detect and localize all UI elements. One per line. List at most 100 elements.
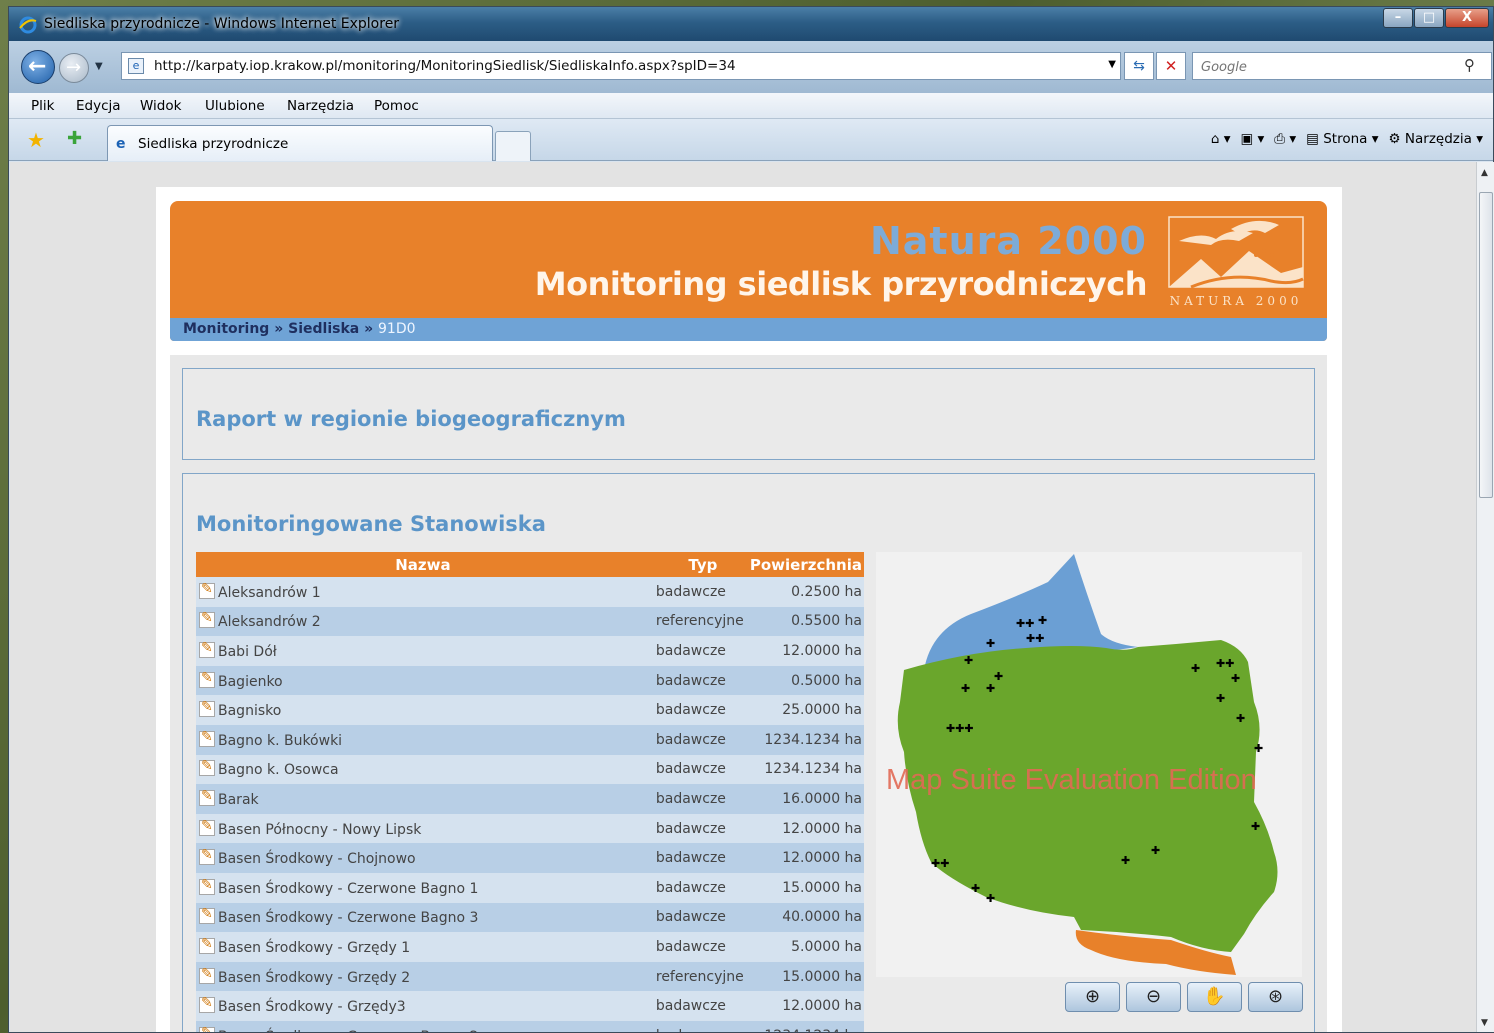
table-row[interactable]: Aleksandrów 1badawcze0.2500 ha (196, 577, 864, 607)
site-name-cell[interactable]: Barak (196, 784, 650, 814)
table-row[interactable]: Basen Środkowy - Grzędy3badawcze12.0000 … (196, 991, 864, 1021)
site-name-cell[interactable]: Bagienko (196, 665, 650, 696)
col-typ[interactable]: Typ (649, 552, 750, 577)
sites-table: Nazwa Typ Powierzchnia Aleksandrów 1bada… (196, 552, 864, 1032)
print-icon[interactable]: ⎙ ▾ (1274, 131, 1296, 147)
svg-text:✚: ✚ (1254, 742, 1263, 755)
sites-title: Monitoringowane Stanowiska (196, 512, 546, 536)
pan-button[interactable]: ✋ (1187, 982, 1242, 1012)
edit-icon[interactable] (199, 1025, 215, 1032)
home-icon[interactable]: ⌂ ▾ (1211, 131, 1231, 147)
forward-button[interactable] (59, 53, 89, 83)
breadcrumb-monitoring[interactable]: Monitoring (183, 321, 269, 337)
edit-icon[interactable] (199, 788, 215, 806)
table-row[interactable]: Basen Środkowy - Czerwone Bagno 2badawcz… (196, 1020, 864, 1032)
edit-icon[interactable] (199, 966, 215, 984)
close-button[interactable]: X (1445, 8, 1489, 28)
favorites-star-icon[interactable]: ★ (27, 128, 45, 152)
banner-title: Natura 2000 (869, 219, 1147, 263)
scroll-down-icon[interactable]: ▼ (1481, 1018, 1488, 1028)
edit-icon[interactable] (199, 906, 215, 925)
table-row[interactable]: Barakbadawcze16.0000 ha (196, 784, 864, 814)
breadcrumb-siedliska[interactable]: Siedliska (288, 321, 359, 337)
table-row[interactable]: Basen Środkowy - Grzędy 2referencyjne15.… (196, 961, 864, 992)
full-extent-button[interactable]: ⊛ (1248, 982, 1303, 1012)
site-name-cell[interactable]: Basen Północny - Nowy Lipsk (196, 813, 650, 844)
site-name-cell[interactable]: Basen Środkowy - Czerwone Bagno 2 (196, 1020, 650, 1032)
refresh-button[interactable]: ⇆ (1124, 52, 1154, 80)
site-name-cell[interactable]: Aleksandrów 2 (196, 606, 650, 637)
menu-ulubione[interactable]: Ulubione (205, 98, 265, 114)
url-dropdown-icon[interactable]: ▼ (1108, 59, 1116, 70)
site-name-cell[interactable]: Aleksandrów 1 (196, 577, 650, 607)
tab-siedliska[interactable]: e Siedliska przyrodnicze (107, 125, 493, 161)
address-bar[interactable]: e http://karpaty.iop.krakow.pl/monitorin… (121, 52, 1121, 80)
back-button[interactable] (21, 50, 55, 84)
title-bar[interactable]: Siedliska przyrodnicze - Windows Interne… (9, 7, 1493, 41)
search-field[interactable]: ⚲ (1192, 52, 1492, 80)
site-name-cell[interactable]: Basen Środkowy - Grzędy3 (196, 991, 650, 1021)
edit-icon[interactable] (199, 758, 215, 777)
table-row[interactable]: Bagno k. Bukówkibadawcze1234.1234 ha (196, 724, 864, 755)
zoom-in-button[interactable]: ⊕ (1065, 982, 1120, 1012)
site-name-cell[interactable]: Basen Środkowy - Grzędy 1 (196, 932, 650, 962)
table-row[interactable]: Bagniskobadawcze25.0000 ha (196, 695, 864, 725)
add-favorites-icon[interactable]: ✚ (67, 128, 82, 149)
search-input[interactable] (1201, 55, 1441, 79)
edit-icon[interactable] (199, 670, 215, 688)
edit-icon[interactable] (199, 995, 215, 1014)
scroll-up-icon[interactable]: ▲ (1481, 168, 1488, 178)
site-name-cell[interactable]: Basen Środkowy - Czerwone Bagno 3 (196, 902, 650, 933)
new-tab-button[interactable] (495, 131, 531, 161)
table-row[interactable]: Bagienkobadawcze0.5000 ha (196, 665, 864, 696)
table-row[interactable]: Basen Środkowy - Chojnowobadawcze12.0000… (196, 843, 864, 873)
col-nazwa[interactable]: Nazwa (196, 552, 650, 577)
site-name-cell[interactable]: Basen Środkowy - Chojnowo (196, 843, 650, 873)
maximize-button[interactable]: □ (1414, 8, 1444, 28)
edit-icon[interactable] (199, 640, 215, 658)
tools-menu-button[interactable]: ⚙ Narzędzia ▾ (1389, 131, 1483, 147)
edit-icon[interactable] (199, 847, 215, 866)
stop-button[interactable]: ✕ (1156, 52, 1186, 80)
table-row[interactable]: Basen Środkowy - Grzędy 1badawcze5.0000 … (196, 932, 864, 962)
menu-widok[interactable]: Widok (140, 98, 181, 114)
site-name-cell[interactable]: Basen Środkowy - Grzędy 2 (196, 961, 650, 992)
site-name-cell[interactable]: Bagnisko (196, 695, 650, 725)
menu-edycja[interactable]: Edycja (76, 98, 121, 114)
site-name-cell[interactable]: Bagno k. Bukówki (196, 724, 650, 755)
page-menu-button[interactable]: ▤ Strona ▾ (1306, 131, 1378, 147)
svg-text:✚: ✚ (1121, 854, 1130, 867)
scroll-thumb[interactable] (1479, 192, 1493, 498)
menu-narzedzia[interactable]: Narzędzia (287, 98, 354, 114)
menu-plik[interactable]: Plik (31, 98, 54, 114)
site-area-cell: 12.0000 ha (749, 636, 864, 666)
feeds-icon[interactable]: ▣ ▾ (1240, 131, 1264, 147)
history-dropdown-icon[interactable]: ▼ (95, 61, 103, 72)
table-row[interactable]: Babi Dółbadawcze12.0000 ha (196, 636, 864, 666)
svg-text:✚: ✚ (1251, 820, 1260, 833)
site-name-cell[interactable]: Babi Dół (196, 636, 650, 666)
edit-icon[interactable] (199, 610, 215, 629)
menu-bar: Plik Edycja Widok Ulubione Narzędzia Pom… (9, 93, 1493, 119)
edit-icon[interactable] (199, 877, 215, 895)
table-row[interactable]: Aleksandrów 2referencyjne0.5500 ha (196, 606, 864, 637)
edit-icon[interactable] (199, 936, 215, 954)
edit-icon[interactable] (199, 581, 215, 599)
zoom-out-button[interactable]: ⊖ (1126, 982, 1181, 1012)
site-name-cell[interactable]: Bagno k. Osowca (196, 754, 650, 785)
edit-icon[interactable] (199, 699, 215, 718)
col-powierzchnia[interactable]: Powierzchnia (749, 552, 864, 577)
map-panel[interactable]: ✚✚ ✚✚ ✚ ✚ ✚ ✚ ✚ ✚✚✚ ✚ ✚✚ ✚ ✚ ✚ ✚ ✚ ✚ ✚ ✚✚ ✚ ✚ ✚ Map Su… (876, 552, 1302, 977)
edit-icon[interactable] (199, 818, 215, 836)
vertical-scrollbar[interactable]: ▲ ▼ (1476, 162, 1494, 1032)
edit-icon[interactable] (199, 729, 215, 747)
menu-pomoc[interactable]: Pomoc (374, 98, 419, 114)
table-row[interactable]: Basen Północny - Nowy Lipskbadawcze12.00… (196, 813, 864, 844)
table-row[interactable]: Bagno k. Osowcabadawcze1234.1234 ha (196, 754, 864, 785)
table-row[interactable]: Basen Środkowy - Czerwone Bagno 3badawcz… (196, 902, 864, 933)
site-name-cell[interactable]: Basen Środkowy - Czerwone Bagno 1 (196, 872, 650, 903)
table-row[interactable]: Basen Środkowy - Czerwone Bagno 1badawcz… (196, 872, 864, 903)
search-icon[interactable]: ⚲ (1464, 56, 1475, 74)
minimize-button[interactable]: – (1383, 8, 1413, 28)
report-title[interactable]: Raport w regionie biogeograficznym (196, 407, 626, 431)
